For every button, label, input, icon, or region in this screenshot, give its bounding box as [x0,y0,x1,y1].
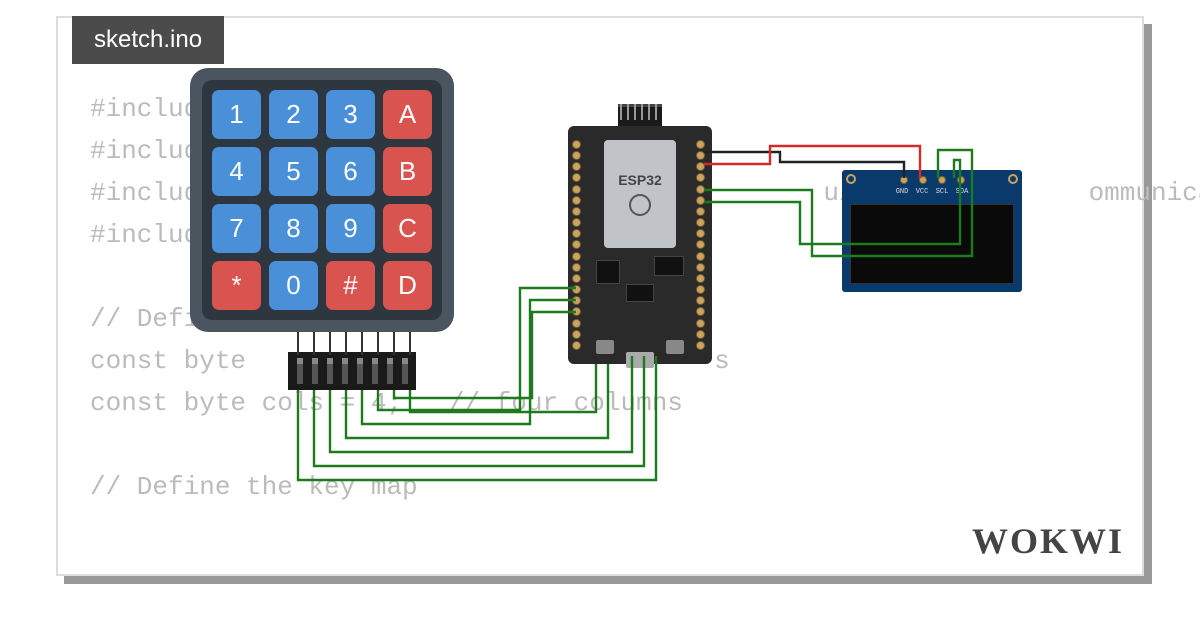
esp32-pin[interactable] [696,218,705,227]
esp32-pin[interactable] [696,240,705,249]
keypad-key-2[interactable]: 2 [269,90,318,139]
esp32-board[interactable]: ESP32 [568,126,712,364]
mounting-hole [1008,174,1018,184]
oled-pin-label: SCL [934,188,950,196]
file-tab-label: sketch.ino [94,26,202,53]
esp32-antenna [618,104,662,126]
esp32-pin[interactable] [696,229,705,238]
espressif-icon [629,194,651,216]
oled-pin-label: GND [894,188,910,196]
keypad-key-5[interactable]: 5 [269,147,318,196]
esp32-pins-left [572,140,584,350]
oled-pin-label: SDA [954,188,970,196]
esp32-pin[interactable] [572,218,581,227]
oled-pin-header [900,176,965,184]
keypad-key-0[interactable]: 0 [269,261,318,310]
wokwi-logo: WOKWI [972,520,1124,562]
esp32-pin[interactable] [572,296,581,305]
keypad-key-3[interactable]: 3 [326,90,375,139]
esp32-pin[interactable] [572,252,581,261]
keypad-key-7[interactable]: 7 [212,204,261,253]
esp32-pin[interactable] [696,307,705,316]
esp32-pin[interactable] [696,341,705,350]
esp32-pin[interactable] [572,162,581,171]
esp32-shield: ESP32 [604,140,676,248]
mounting-hole [846,174,856,184]
esp32-pin[interactable] [696,296,705,305]
keypad-key-8[interactable]: 8 [269,204,318,253]
keypad-key-A[interactable]: A [383,90,432,139]
esp32-pin[interactable] [696,274,705,283]
keypad-key-D[interactable]: D [383,261,432,310]
esp32-pin[interactable] [572,319,581,328]
esp32-pin[interactable] [572,240,581,249]
keypad-key-1[interactable]: 1 [212,90,261,139]
esp32-pin[interactable] [696,196,705,205]
esp32-chips [592,256,688,316]
oled-screen [850,204,1014,284]
keypad-connector [288,352,416,390]
esp32-pin[interactable] [572,263,581,272]
oled-pin-labels: GND VCC SCL SDA [894,188,970,196]
esp32-pin[interactable] [696,173,705,182]
esp32-pin[interactable] [696,162,705,171]
esp32-pin[interactable] [572,341,581,350]
esp32-pin[interactable] [572,307,581,316]
esp32-pin[interactable] [696,151,705,160]
file-tab[interactable]: sketch.ino [72,16,224,64]
esp32-pin[interactable] [696,285,705,294]
esp32-pin[interactable] [572,274,581,283]
oled-display[interactable]: GND VCC SCL SDA [842,170,1022,292]
keypad-key-6[interactable]: 6 [326,147,375,196]
esp32-usb-port [626,352,654,368]
esp32-label: ESP32 [618,172,662,188]
esp32-pin[interactable] [696,185,705,194]
keypad-key-#[interactable]: # [326,261,375,310]
esp32-pin[interactable] [572,196,581,205]
keypad-key-B[interactable]: B [383,147,432,196]
esp32-boot-button[interactable] [596,340,614,354]
esp32-pin[interactable] [572,185,581,194]
keypad-key-C[interactable]: C [383,204,432,253]
oled-pin-label: VCC [914,188,930,196]
keypad-key-9[interactable]: 9 [326,204,375,253]
keypad-key-4[interactable]: 4 [212,147,261,196]
esp32-pin[interactable] [572,151,581,160]
esp32-pin[interactable] [572,330,581,339]
esp32-pin[interactable] [696,319,705,328]
esp32-pin[interactable] [696,207,705,216]
esp32-pin[interactable] [572,173,581,182]
esp32-pin[interactable] [696,140,705,149]
esp32-pin[interactable] [696,263,705,272]
keypad-component[interactable]: 123A 456B 789C *0#D [190,68,454,332]
keypad-key-*[interactable]: * [212,261,261,310]
keypad-grid: 123A 456B 789C *0#D [202,80,442,320]
esp32-reset-button[interactable] [666,340,684,354]
esp32-pin[interactable] [572,207,581,216]
esp32-pin[interactable] [696,330,705,339]
logo-text: WOKWI [972,521,1124,561]
esp32-pins-right [696,140,708,350]
esp32-pin[interactable] [572,285,581,294]
esp32-pin[interactable] [572,229,581,238]
esp32-pin[interactable] [572,140,581,149]
esp32-pin[interactable] [696,252,705,261]
